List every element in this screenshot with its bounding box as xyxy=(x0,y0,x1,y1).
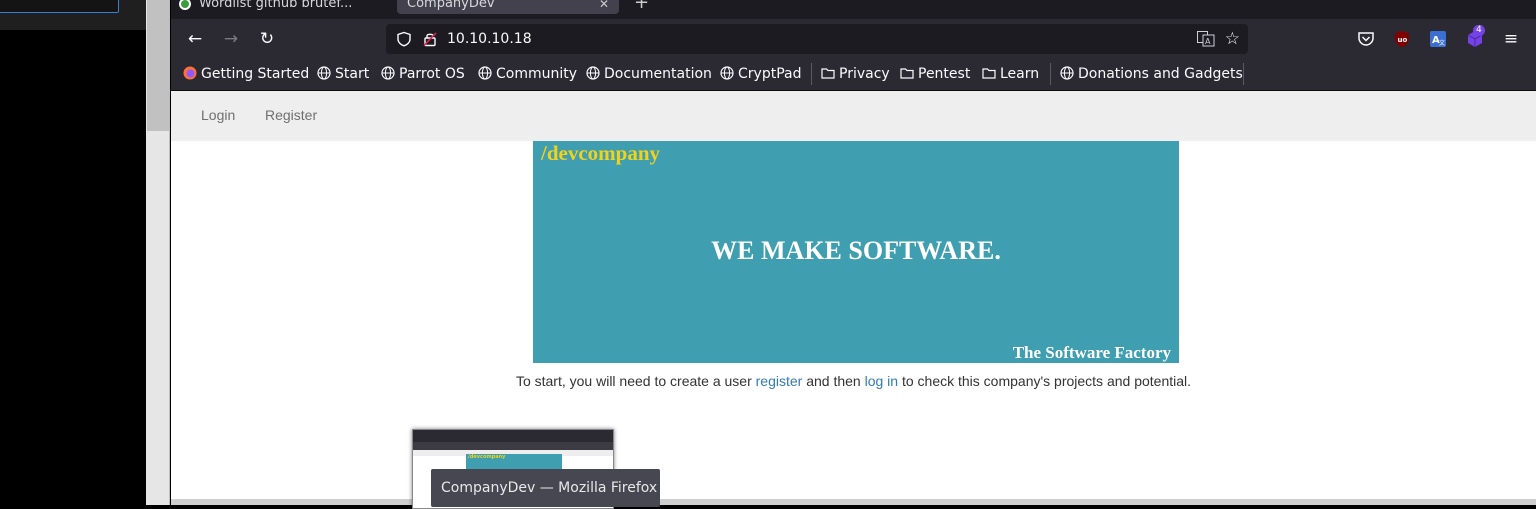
menu-icon[interactable]: ≡ xyxy=(1501,29,1521,49)
intro-text-part: and then xyxy=(802,373,865,389)
svg-text:uo: uo xyxy=(1398,36,1408,44)
tab-companydev[interactable]: CompanyDev ✕ xyxy=(397,0,619,14)
site-navbar: Login Register xyxy=(171,91,1536,141)
login-inline-link[interactable]: log in xyxy=(865,373,898,389)
bookmark-label: Community xyxy=(496,66,578,82)
folder-icon xyxy=(900,68,914,79)
globe-icon xyxy=(586,66,600,80)
translate-extension-icon[interactable]: A文 xyxy=(1429,30,1447,48)
tab-strip: Wordlist github brutef... CompanyDev ✕ + xyxy=(171,0,1536,19)
preview-titlebar xyxy=(413,430,613,442)
bookmark-label: Privacy xyxy=(839,66,890,82)
extension-badge: 4 xyxy=(1473,25,1485,36)
bookmark-separator xyxy=(1243,63,1244,85)
globe-icon xyxy=(317,66,331,80)
folder-icon xyxy=(821,68,835,79)
register-link[interactable]: Register xyxy=(265,91,317,139)
intro-text: To start, you will need to create a user… xyxy=(171,373,1536,389)
bookmark-label: CryptPad xyxy=(738,66,802,82)
globe-icon xyxy=(720,66,734,80)
preview-brand: /devcompany xyxy=(468,454,506,460)
bookmark-label: Pentest xyxy=(918,66,971,82)
bookmark-community[interactable]: Community xyxy=(478,59,577,90)
bookmark-donations[interactable]: Donations and Gadgets xyxy=(1060,59,1243,90)
page-bottom-edge xyxy=(171,499,1536,505)
bookmark-start[interactable]: Start xyxy=(317,59,369,90)
shield-icon[interactable] xyxy=(396,31,412,47)
bookmark-separator xyxy=(811,63,812,85)
background-scrollbar[interactable] xyxy=(146,0,170,505)
svg-text:文: 文 xyxy=(1439,39,1445,47)
bookmark-documentation[interactable]: Documentation xyxy=(586,59,712,90)
hero-tagline: The Software Factory xyxy=(1012,343,1171,362)
bookmark-folder-privacy[interactable]: Privacy xyxy=(821,59,890,90)
register-inline-link[interactable]: register xyxy=(756,373,803,389)
bookmark-getting-started[interactable]: Getting Started xyxy=(183,59,309,90)
bookmark-star-icon[interactable]: ☆ xyxy=(1225,29,1240,49)
new-tab-icon[interactable]: + xyxy=(634,0,649,13)
insecure-lock-icon[interactable] xyxy=(422,31,438,47)
scrollbar-thumb[interactable] xyxy=(147,0,169,131)
tab-favicon xyxy=(179,0,191,10)
intro-text-part: To start, you will need to create a user xyxy=(515,373,756,389)
url-bar[interactable]: 10.10.10.18 A ☆ xyxy=(386,24,1248,54)
tab-title: Wordlist github brutef... xyxy=(199,0,353,11)
svg-text:A: A xyxy=(1205,37,1211,46)
bookmark-label: Getting Started xyxy=(201,66,310,82)
bookmark-folder-pentest[interactable]: Pentest xyxy=(900,59,970,90)
tab-title: CompanyDev xyxy=(407,0,495,11)
bookmark-label: Learn xyxy=(1000,66,1040,82)
brand-text: /devcompany xyxy=(541,141,661,165)
firefox-window: Wordlist github brutef... CompanyDev ✕ +… xyxy=(171,0,1536,505)
globe-icon xyxy=(1060,66,1074,80)
bookmark-label: Documentation xyxy=(604,66,712,82)
bookmark-parrot-os[interactable]: Parrot OS xyxy=(381,59,465,90)
tab-wordlist[interactable]: Wordlist github brutef... xyxy=(179,0,389,14)
window-preview-tooltip: CompanyDev — Mozilla Firefox xyxy=(431,469,660,507)
forward-icon[interactable]: → xyxy=(221,29,241,49)
close-tab-icon[interactable]: ✕ xyxy=(599,0,609,14)
navigation-toolbar: ← → ↻ 10.10.10.18 A ☆ uo A文 4 ≡ xyxy=(171,19,1536,59)
bookmark-label: Donations and Gadgets xyxy=(1078,66,1243,82)
globe-icon xyxy=(381,66,395,80)
preview-toolbar xyxy=(413,442,613,450)
background-window-input[interactable] xyxy=(0,0,119,13)
login-link[interactable]: Login xyxy=(201,91,235,139)
bookmark-label: Parrot OS xyxy=(399,66,465,82)
web-page: Login Register /devcompany WE MAKE SOFTW… xyxy=(171,91,1536,505)
bookmark-label: Start xyxy=(335,66,370,82)
firefox-icon xyxy=(183,66,197,80)
reload-icon[interactable]: ↻ xyxy=(257,29,277,49)
bookmark-separator xyxy=(1050,63,1051,85)
translate-icon[interactable]: A xyxy=(1197,31,1215,47)
bookmark-folder-learn[interactable]: Learn xyxy=(982,59,1039,90)
globe-icon xyxy=(478,66,492,80)
hero-banner: /devcompany WE MAKE SOFTWARE. The Softwa… xyxy=(533,141,1179,363)
url-text[interactable]: 10.10.10.18 xyxy=(447,24,532,54)
bookmark-cryptpad[interactable]: CryptPad xyxy=(720,59,801,90)
ublock-origin-icon[interactable]: uo xyxy=(1393,30,1411,48)
background-terminal-window xyxy=(0,0,146,505)
bookmarks-toolbar: Getting Started Start Parrot OS Communit… xyxy=(171,59,1536,91)
intro-text-part: to check this company's projects and pot… xyxy=(898,373,1192,389)
pocket-icon[interactable] xyxy=(1357,30,1375,48)
back-icon[interactable]: ← xyxy=(185,29,205,49)
hero-headline: WE MAKE SOFTWARE. xyxy=(711,236,1001,265)
folder-icon xyxy=(982,68,996,79)
